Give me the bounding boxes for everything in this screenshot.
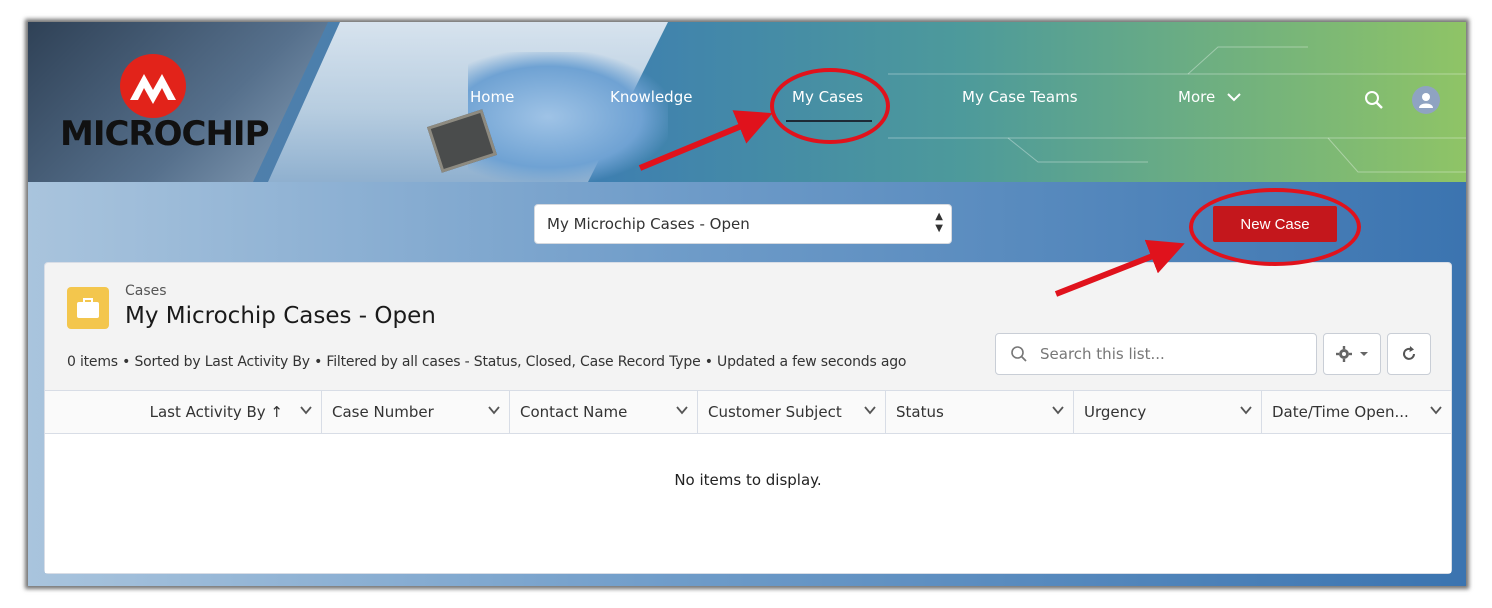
- chevron-down-icon[interactable]: [1239, 403, 1253, 417]
- list-settings-button[interactable]: [1323, 333, 1381, 375]
- search-icon: [1011, 346, 1027, 362]
- cases-list-card: Cases My Microchip Cases - Open 0 items …: [44, 262, 1452, 574]
- refresh-button[interactable]: [1387, 333, 1431, 375]
- table-body: No items to display.: [45, 434, 1451, 573]
- list-view-selected: My Microchip Cases - Open: [547, 215, 750, 233]
- column-label: Customer Subject: [708, 403, 842, 421]
- column-label: Date/Time Open...: [1272, 403, 1409, 421]
- search-input[interactable]: [1038, 344, 1302, 364]
- chevron-down-icon[interactable]: [487, 403, 501, 417]
- column-label: Contact Name: [520, 403, 628, 421]
- annotation-circle-new-case: [1189, 188, 1361, 266]
- page-title: My Microchip Cases - Open: [125, 303, 436, 329]
- column-status[interactable]: Status: [886, 391, 1074, 433]
- site-header-banner: MICROCHIP Home Knowledge My Cases My Cas…: [28, 22, 1466, 182]
- list-view-selector[interactable]: My Microchip Cases - Open ▲ ▼: [534, 204, 952, 244]
- column-case-number[interactable]: Case Number: [322, 391, 510, 433]
- nav-more-label: More: [1178, 88, 1216, 106]
- user-avatar-icon[interactable]: [1412, 86, 1440, 114]
- object-label: Cases: [125, 283, 167, 299]
- select-arrows-icon: ▲ ▼: [935, 211, 943, 234]
- microchip-logo[interactable]: MICROCHIP: [28, 22, 269, 162]
- microchip-logo-text: MICROCHIP: [60, 114, 269, 154]
- column-last-activity-by[interactable]: Last Activity By ↑: [45, 391, 322, 433]
- nav-more[interactable]: More: [1178, 88, 1242, 106]
- column-label: Status: [896, 403, 944, 421]
- table-header: Last Activity By ↑ Case Number Contact N…: [45, 390, 1451, 434]
- column-contact-name[interactable]: Contact Name: [510, 391, 698, 433]
- chevron-down-icon: [1227, 93, 1241, 102]
- caret-down-icon: [1360, 352, 1368, 356]
- case-briefcase-icon: [67, 287, 109, 329]
- empty-state-message: No items to display.: [674, 471, 822, 489]
- column-label: Case Number: [332, 403, 434, 421]
- column-customer-subject[interactable]: Customer Subject: [698, 391, 886, 433]
- column-urgency[interactable]: Urgency: [1074, 391, 1262, 433]
- chevron-down-icon[interactable]: [1429, 403, 1443, 417]
- nav-my-case-teams[interactable]: My Case Teams: [962, 88, 1078, 106]
- refresh-icon: [1403, 346, 1415, 360]
- column-label: Urgency: [1084, 403, 1147, 421]
- chevron-down-icon[interactable]: [1051, 403, 1065, 417]
- app-frame: MICROCHIP Home Knowledge My Cases My Cas…: [28, 22, 1466, 586]
- column-date-time-opened[interactable]: Date/Time Open...: [1262, 391, 1451, 433]
- nav-home[interactable]: Home: [470, 88, 514, 106]
- list-search[interactable]: [995, 333, 1317, 375]
- banner-glove-image: [468, 52, 668, 182]
- gear-icon: [1336, 346, 1352, 362]
- nav-knowledge[interactable]: Knowledge: [610, 88, 692, 106]
- column-label: Last Activity By ↑: [149, 403, 283, 421]
- microchip-logo-icon: [120, 54, 186, 118]
- search-icon[interactable]: [1362, 88, 1386, 112]
- list-metadata: 0 items • Sorted by Last Activity By • F…: [67, 354, 907, 370]
- chevron-down-icon[interactable]: [299, 403, 313, 417]
- chevron-down-icon[interactable]: [675, 403, 689, 417]
- chevron-down-icon[interactable]: [863, 403, 877, 417]
- annotation-circle-my-cases: [770, 68, 890, 144]
